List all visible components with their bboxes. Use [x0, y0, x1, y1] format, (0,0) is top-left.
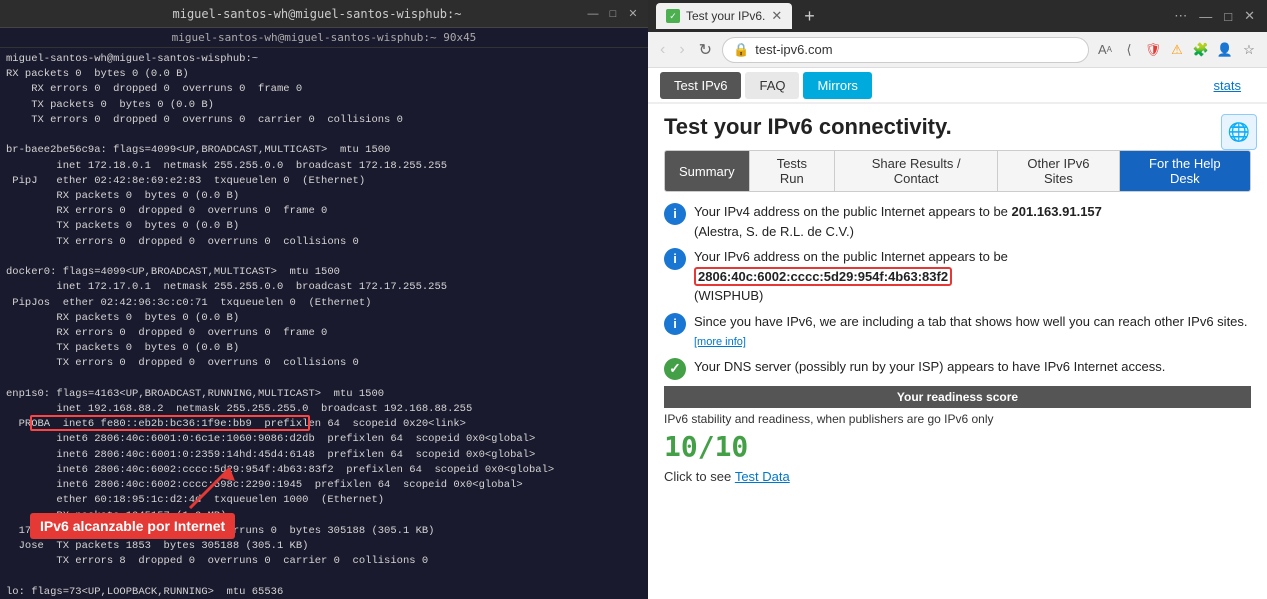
tab-other-ipv6[interactable]: Other IPv6 Sites	[998, 151, 1119, 191]
website-wrapper: Test IPv6 FAQ Mirrors stats Test your IP…	[648, 68, 1267, 599]
browser-more-button[interactable]: ⋯	[1170, 6, 1191, 26]
more-info-link[interactable]: [more info]	[694, 336, 746, 348]
terminal-body: miguel-santos-wh@miguel-santos-wisphub:~…	[0, 48, 648, 599]
info-icon-tab: i	[664, 313, 686, 335]
security-icon: 🔒	[733, 42, 749, 58]
profile-button[interactable]: 👤	[1215, 40, 1235, 60]
site-navigation: Test IPv6 FAQ Mirrors stats	[648, 68, 1267, 104]
nav-test-ipv6[interactable]: Test IPv6	[660, 72, 741, 99]
info-items: i Your IPv4 address on the public Intern…	[664, 202, 1251, 380]
browser-panel: ✓ Test your IPv6. ✕ + ⋯ — □ ✕ ‹ › ↻ 🔒 te…	[648, 0, 1267, 599]
terminal-title: miguel-santos-wh@miguel-santos-wisphub:~	[48, 7, 586, 21]
tab-tests-run[interactable]: Tests Run	[750, 151, 835, 191]
ipv6-tab-text: Since you have IPv6, we are including a …	[694, 312, 1251, 351]
tab-close-button[interactable]: ✕	[771, 8, 782, 24]
warning-icon: ⚠	[1167, 40, 1187, 60]
ipv4-text: Your IPv4 address on the public Internet…	[694, 202, 1102, 241]
terminal-panel: miguel-santos-wh@miguel-santos-wisphub:~…	[0, 0, 648, 599]
reload-button[interactable]: ↻	[695, 38, 716, 62]
website-content: Test your IPv6 connectivity. 🌐 Summary T…	[648, 104, 1267, 599]
forward-button[interactable]: ›	[675, 39, 688, 61]
browser-toolbar: ‹ › ↻ 🔒 test-ipv6.com AA ⟨ 🛡 ⚠ 🧩 👤 ☆	[648, 32, 1267, 68]
minimize-button[interactable]: —	[586, 7, 600, 21]
translate-symbol: 🌐	[1228, 122, 1250, 143]
dns-text: Your DNS server (possibly run by your IS…	[694, 357, 1165, 377]
terminal-titlebar: miguel-santos-wh@miguel-santos-wisphub:~…	[0, 0, 648, 28]
translate-button[interactable]: AA	[1095, 40, 1115, 60]
dns-info-item: ✓ Your DNS server (possibly run by your …	[664, 357, 1251, 380]
click-test-label: Click to see	[664, 469, 731, 484]
address-bar[interactable]: 🔒 test-ipv6.com	[722, 37, 1089, 63]
maximize-button[interactable]: □	[606, 7, 620, 21]
nav-faq[interactable]: FAQ	[745, 72, 799, 99]
nav-mirrors[interactable]: Mirrors	[803, 72, 871, 99]
test-data-row: Click to see Test Data	[664, 469, 1251, 484]
info-icon-ipv4: i	[664, 203, 686, 225]
terminal-controls: — □ ✕	[586, 7, 640, 21]
test-data-link[interactable]: Test Data	[735, 469, 790, 484]
terminal-subtitle: miguel-santos-wh@miguel-santos-wisphub:~…	[0, 28, 648, 48]
url-text: test-ipv6.com	[755, 42, 832, 57]
tab-favicon: ✓	[666, 9, 680, 23]
info-icon-ipv6: i	[664, 248, 686, 270]
tab-share-results[interactable]: Share Results / Contact	[835, 151, 998, 191]
tab-help-desk[interactable]: For the Help Desk	[1120, 151, 1250, 191]
readiness-bar: Your readiness score	[664, 386, 1251, 408]
browser-minimize-button[interactable]: —	[1195, 7, 1216, 26]
ipv6-info-item: i Your IPv6 address on the public Intern…	[664, 247, 1251, 306]
info-icon-dns: ✓	[664, 358, 686, 380]
ipv6-address-highlight: 2806:40c:6002:cccc:5d29:954f:4b63:83f2	[694, 267, 952, 286]
ipv4-info-item: i Your IPv4 address on the public Intern…	[664, 202, 1251, 241]
terminal-content: miguel-santos-wh@miguel-santos-wisphub:~…	[6, 52, 642, 599]
content-tabs: Summary Tests Run Share Results / Contac…	[664, 150, 1251, 192]
tab-title: Test your IPv6.	[686, 9, 765, 23]
ipv6-text: Your IPv6 address on the public Internet…	[694, 247, 1008, 306]
close-button[interactable]: ✕	[626, 7, 640, 21]
readiness-desc: IPv6 stability and readiness, when publi…	[664, 412, 1251, 426]
browser-close-button[interactable]: ✕	[1240, 6, 1259, 26]
back-button[interactable]: ‹	[656, 39, 669, 61]
browser-extensions: AA ⟨ 🛡 ⚠ 🧩 👤 ☆	[1095, 40, 1259, 60]
favorites-button[interactable]: ☆	[1239, 40, 1259, 60]
score-display: 10/10	[664, 430, 1251, 463]
browser-maximize-button[interactable]: □	[1220, 7, 1236, 26]
browser-tab[interactable]: ✓ Test your IPv6. ✕	[656, 3, 792, 29]
ipv6-tab-info-item: i Since you have IPv6, we are including …	[664, 312, 1251, 351]
shield-icon: 🛡	[1143, 40, 1163, 60]
translate-icon[interactable]: 🌐	[1221, 114, 1257, 150]
tab-summary[interactable]: Summary	[665, 151, 750, 191]
share-button[interactable]: ⟨	[1119, 40, 1139, 60]
page-title: Test your IPv6 connectivity.	[664, 114, 1251, 140]
new-tab-button[interactable]: +	[798, 6, 821, 27]
nav-stats[interactable]: stats	[1200, 72, 1255, 99]
browser-window-controls: ⋯ — □ ✕	[1170, 6, 1259, 26]
extension-button[interactable]: 🧩	[1191, 40, 1211, 60]
browser-titlebar: ✓ Test your IPv6. ✕ + ⋯ — □ ✕	[648, 0, 1267, 32]
